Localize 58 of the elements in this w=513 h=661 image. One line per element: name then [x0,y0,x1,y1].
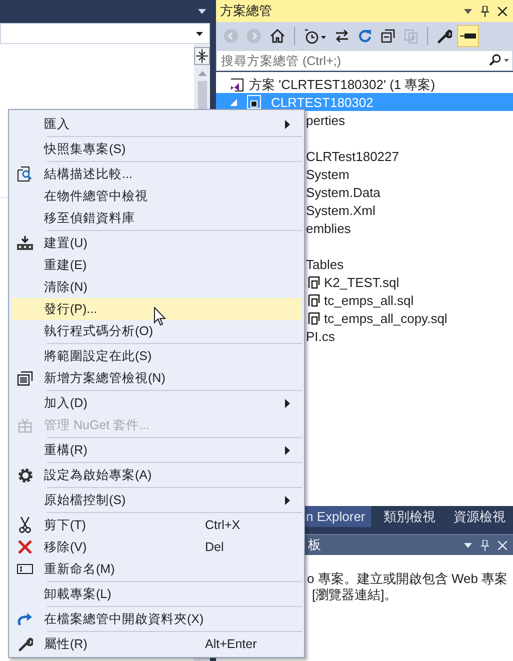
message-text: [瀏覽器連結]。 [311,587,398,603]
sync-icon[interactable] [335,30,349,42]
menu-item[interactable]: 匯入 [11,113,301,135]
home-icon[interactable] [270,29,285,43]
menu-item[interactable]: 設定為啟始專案(A) [11,464,301,486]
menu-item[interactable]: 建置(U) [11,232,301,254]
gear-icon [18,468,32,482]
project-icon [247,95,261,109]
search-field[interactable]: 搜尋方案總管 (Ctrl+;) [216,50,513,71]
close-icon[interactable] [498,6,507,16]
mouse-cursor-icon [154,307,166,326]
dropdown-icon[interactable] [196,32,203,36]
build-icon [17,236,33,250]
scissors-icon [18,517,32,533]
menu-item[interactable]: 結構描述比較... [11,163,301,185]
panel-tab[interactable]: 資源檢視 [443,506,512,527]
menu-item[interactable]: 將範圍設定在此(S) [11,345,301,367]
dropdown-icon[interactable] [464,8,472,14]
pin-icon[interactable] [481,6,489,16]
menu-item[interactable]: 在物件總管中檢視 [11,185,301,207]
file-icon [308,276,320,288]
menu-item[interactable]: 加入(D) [11,392,301,414]
history-icon[interactable] [304,28,326,44]
solution-icon [230,78,244,92]
expander-icon[interactable] [230,98,237,106]
file-icon [308,294,320,306]
refresh-icon[interactable] [358,29,372,43]
curved-arrow-icon [17,612,33,626]
wrench-icon [18,636,32,652]
panel-title: 板 [308,536,322,554]
rename-icon [17,564,33,574]
menu-item[interactable]: 卸載專案(L) [11,583,301,605]
tree-item[interactable]: 方案 'CLRTEST180302' (1 專案) [216,76,513,93]
package-icon [18,418,32,432]
menu-item[interactable]: 在檔案總管中開啟資料夾(X) [11,608,301,630]
menu-item[interactable]: 重構(R) [11,439,301,461]
dropdown-icon[interactable] [198,8,206,14]
menu-item[interactable]: 移至偵錯資料庫 [11,207,301,229]
panel-title: 方案總管 [220,2,273,20]
menu-item[interactable]: 發行(P)... [11,298,301,320]
preview-toggle-button[interactable] [457,25,479,47]
search-icon[interactable] [489,54,509,66]
menu-item[interactable]: 屬性(R) Alt+Enter [11,633,301,655]
file-icon [308,312,320,324]
split-icon[interactable] [194,47,210,65]
message-text: o 專案。建立或開啟包含 Web 專案 [306,571,509,587]
delete-icon [18,540,32,554]
menu-item[interactable]: 重新命名(M) [11,558,301,580]
panel-tab[interactable]: 類別檢視 [373,506,442,527]
preview-icon [460,33,476,39]
menu-item[interactable]: 重建(E) [11,254,301,276]
windows-icon [17,370,33,386]
collapse-icon[interactable] [381,29,395,43]
wrench-icon[interactable] [437,28,452,44]
menu-item[interactable]: 快照集專案(S) [11,138,301,160]
menu-item[interactable]: 移除(V) Del [11,536,301,558]
compare-icon [17,166,33,182]
menu-item[interactable]: 新增方案總管檢視(N) [11,367,301,389]
